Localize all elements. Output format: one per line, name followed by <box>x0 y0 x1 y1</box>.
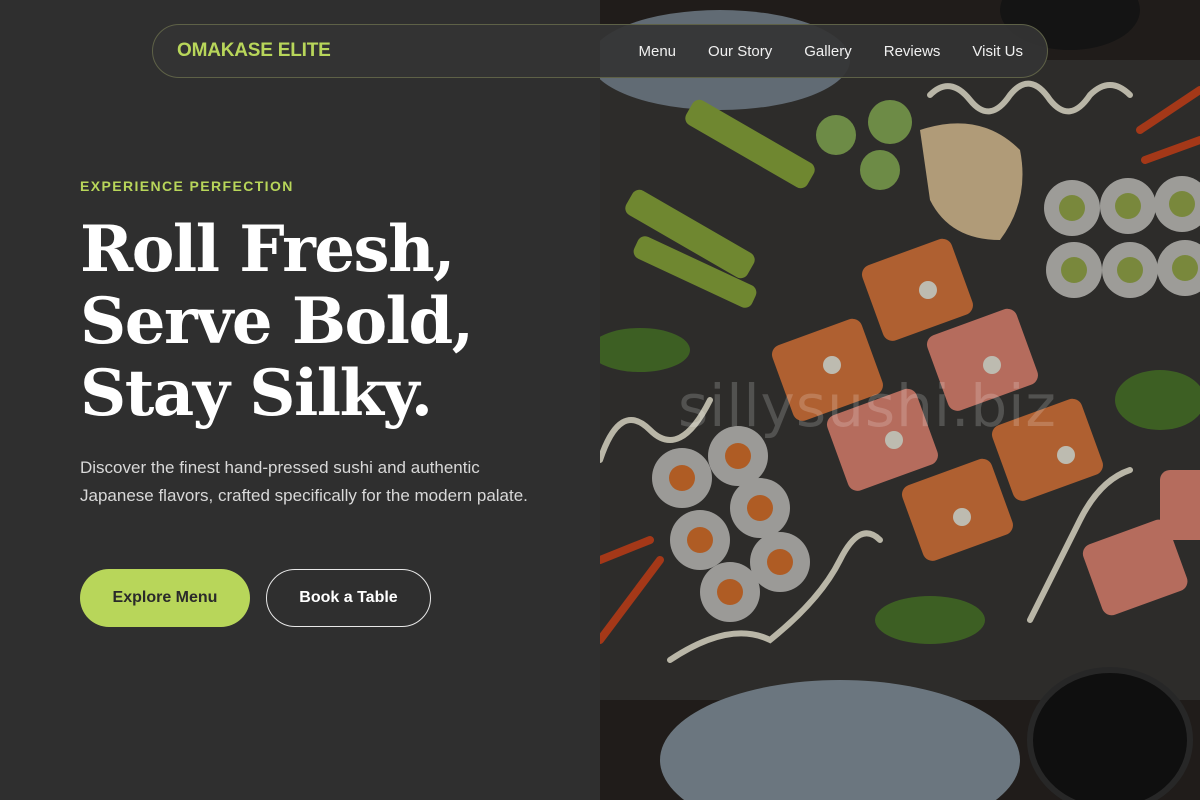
nav-link-our-story[interactable]: Our Story <box>708 43 772 60</box>
hero-headline: Roll Fresh, Serve Bold, Stay Silky. <box>80 212 474 431</box>
image-watermark: sillysushi.biz <box>678 372 1057 440</box>
nav-link-reviews[interactable]: Reviews <box>884 43 941 60</box>
hero-eyebrow: EXPERIENCE PERFECTION <box>80 178 294 194</box>
explore-menu-button[interactable]: Explore Menu <box>80 569 250 627</box>
headline-line-1: Roll Fresh, <box>80 212 455 287</box>
nav-link-visit-us[interactable]: Visit Us <box>972 43 1023 60</box>
brand-logo[interactable]: OMAKASE ELITE <box>177 40 331 62</box>
nav-link-gallery[interactable]: Gallery <box>804 43 852 60</box>
nav-links: Menu Our Story Gallery Reviews Visit Us <box>639 43 1024 60</box>
headline-line-3: Stay Silky. <box>80 356 433 431</box>
headline-line-2: Serve Bold, <box>80 284 474 359</box>
hero-image: sillysushi.biz <box>600 0 1200 800</box>
hero-description: Discover the finest hand-pressed sushi a… <box>80 458 528 505</box>
nav-link-menu[interactable]: Menu <box>639 43 677 60</box>
hero-left-panel: EXPERIENCE PERFECTION Roll Fresh, Serve … <box>0 0 600 800</box>
top-navigation: OMAKASE ELITE Menu Our Story Gallery Rev… <box>152 24 1048 78</box>
book-table-button[interactable]: Book a Table <box>266 569 431 627</box>
